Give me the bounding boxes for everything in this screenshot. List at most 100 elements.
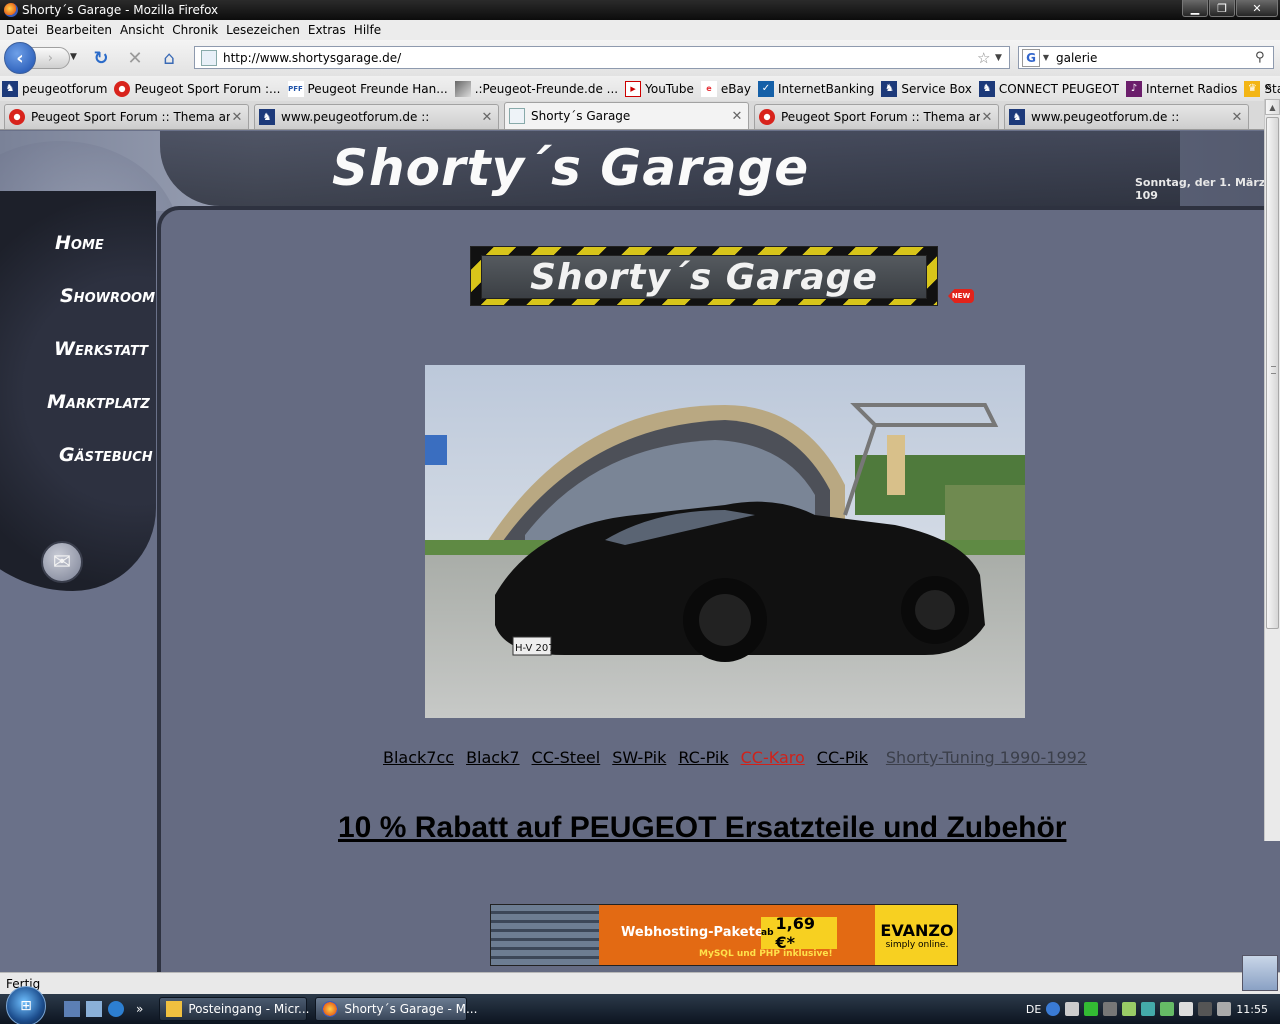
bookmark-item[interactable]: PFF Peugeot Freunde Han...	[287, 80, 448, 97]
bookmark-item[interactable]: .:Peugeot-Freunde.de ...	[454, 80, 618, 97]
gallery-links: Black7cc Black7 CC-Steel SW-Pik RC-Pik C…	[383, 748, 1087, 767]
menu-extras[interactable]: Extras	[308, 23, 346, 37]
bookmark-star-icon[interactable]: ☆	[977, 49, 995, 67]
internet-explorer-icon[interactable]	[108, 1001, 124, 1017]
tray-app-icon[interactable]	[1065, 1002, 1080, 1016]
history-dropdown-icon[interactable]: ▼	[70, 52, 77, 62]
addon-icon[interactable]	[1242, 955, 1278, 991]
current-date: Sonntag, der 1. März 109	[1135, 176, 1266, 202]
menu-bearbeiten[interactable]: Bearbeiten	[46, 23, 112, 37]
nav-werkstatt[interactable]: Werkstatt	[0, 337, 156, 390]
tab-close-icon[interactable]: ✕	[980, 110, 994, 125]
search-input[interactable]: galerie	[1052, 51, 1255, 65]
close-button[interactable]: ✕	[1236, 0, 1278, 17]
home-icon[interactable]: ⌂	[157, 46, 181, 70]
taskbar-item-firefox[interactable]: Shorty´s Garage - M...	[315, 997, 477, 1021]
menu-datei[interactable]: Datei	[6, 23, 38, 37]
gear-icon	[9, 109, 25, 125]
url-dropdown-icon[interactable]: ▼	[995, 53, 1009, 63]
tab-peugeotforum[interactable]: ♞ www.peugeotforum.de :: ✕	[254, 104, 499, 129]
tab-close-icon[interactable]: ✕	[730, 109, 744, 124]
firefox-icon	[4, 3, 18, 17]
stop-icon[interactable]: ✕	[123, 46, 147, 70]
bookmark-item[interactable]: ♞ Service Box	[881, 80, 972, 97]
tab-shortys-garage[interactable]: Shorty´s Garage ✕	[504, 102, 749, 129]
reload-icon[interactable]: ↻	[89, 46, 113, 70]
tab-close-icon[interactable]: ✕	[480, 110, 494, 125]
scroll-thumb[interactable]	[1266, 117, 1279, 629]
bookmark-item[interactable]: ♛StayFriends	[1244, 80, 1280, 97]
promo-link[interactable]: 10 % Rabatt auf PEUGEOT Ersatzteile und …	[338, 811, 1066, 845]
bookmarks-overflow-icon[interactable]: »	[1265, 80, 1272, 94]
search-icon[interactable]: ⚲	[1255, 50, 1273, 65]
bookmark-item[interactable]: e eBay	[700, 80, 751, 97]
site-identity-icon[interactable]	[201, 49, 217, 66]
site-navigation: Home Showroom Werkstatt Marktplatz Gäste…	[0, 231, 156, 496]
gallery-link[interactable]: Black7cc	[383, 748, 454, 767]
gear-icon	[759, 109, 775, 125]
gallery-link-active[interactable]: CC-Karo	[741, 748, 805, 767]
page-scrollbar[interactable]: ▲	[1264, 99, 1280, 841]
lion-icon: ♞	[1009, 109, 1025, 125]
mail-icon[interactable]: ✉	[41, 541, 83, 583]
car-photo[interactable]: H-V 207	[425, 365, 1025, 718]
tray-app-icon[interactable]	[1179, 1002, 1194, 1016]
quicklaunch-overflow-icon[interactable]: »	[136, 1002, 143, 1016]
nav-gaestebuch[interactable]: Gästebuch	[0, 443, 156, 496]
minimize-button[interactable]: ▁	[1182, 0, 1208, 17]
url-bar[interactable]: http://www.shortysgarage.de/ ☆ ▼	[194, 46, 1010, 69]
search-bar[interactable]: G ▼ galerie ⚲	[1018, 46, 1274, 69]
help-icon[interactable]	[1046, 1002, 1061, 1016]
tray-app-icon[interactable]	[1141, 1002, 1156, 1016]
tray-app-icon[interactable]	[1103, 1002, 1118, 1016]
gallery-link[interactable]: CC-Steel	[532, 748, 601, 767]
switch-windows-icon[interactable]	[86, 1001, 102, 1017]
clock[interactable]: 11:55	[1236, 1003, 1268, 1016]
gallery-link[interactable]: CC-Pik	[817, 748, 868, 767]
tab-close-icon[interactable]: ✕	[1230, 110, 1244, 125]
tab-peugeotforum-2[interactable]: ♞ www.peugeotforum.de :: ✕	[1004, 104, 1249, 129]
status-bar: Fertig	[0, 955, 1280, 994]
menu-ansicht[interactable]: Ansicht	[120, 23, 164, 37]
bookmark-item[interactable]: Peugeot Sport Forum :...	[114, 80, 281, 97]
tab-peugeot-sport-forum[interactable]: Peugeot Sport Forum :: Thema anze... ✕	[4, 104, 249, 129]
ebay-icon: e	[700, 80, 717, 97]
network-icon[interactable]	[1198, 1002, 1213, 1016]
back-button[interactable]: ‹	[4, 42, 36, 74]
menu-hilfe[interactable]: Hilfe	[354, 23, 381, 37]
start-button[interactable]: ⊞	[6, 986, 46, 1024]
gallery-link[interactable]: RC-Pik	[678, 748, 728, 767]
gallery-link-tuning[interactable]: Shorty-Tuning 1990-1992	[886, 748, 1087, 767]
url-input[interactable]: http://www.shortysgarage.de/	[223, 51, 977, 65]
gallery-link[interactable]: SW-Pik	[612, 748, 666, 767]
gallery-link[interactable]: Black7	[466, 748, 519, 767]
taskbar-item-outlook[interactable]: Posteingang - Micr...	[159, 997, 310, 1021]
forward-button[interactable]: ›	[30, 47, 70, 69]
menu-chronik[interactable]: Chronik	[172, 23, 218, 37]
volume-icon[interactable]	[1217, 1002, 1232, 1016]
nav-marktplatz[interactable]: Marktplatz	[0, 390, 156, 443]
menu-lesezeichen[interactable]: Lesezeichen	[226, 23, 300, 37]
site-title: Shorty´s Garage	[332, 139, 810, 197]
tray-app-icon[interactable]	[1160, 1002, 1175, 1016]
language-indicator[interactable]: DE	[1026, 1003, 1041, 1016]
bookmark-item[interactable]: ♞ CONNECT PEUGEOT	[978, 80, 1119, 97]
tray-app-icon[interactable]	[1122, 1002, 1137, 1016]
bookmark-item[interactable]: ♪ Internet Radios	[1125, 80, 1237, 97]
tab-peugeot-sport-forum-2[interactable]: Peugeot Sport Forum :: Thema anze... ✕	[754, 104, 999, 129]
scroll-up-icon[interactable]: ▲	[1265, 99, 1280, 115]
car-license-plate: H-V 207	[515, 643, 555, 654]
radio-icon: ♪	[1125, 80, 1142, 97]
tab-close-icon[interactable]: ✕	[230, 110, 244, 125]
maximize-button[interactable]: ❐	[1209, 0, 1235, 17]
tray-app-icon[interactable]	[1084, 1002, 1099, 1016]
bookmark-item[interactable]: ▶ YouTube	[625, 80, 694, 97]
ad-banner[interactable]: Webhosting-Pakete ab 1,69 €* MySQL und P…	[490, 904, 958, 966]
google-icon[interactable]: G	[1022, 48, 1040, 67]
search-engine-dropdown-icon[interactable]: ▼	[1040, 53, 1052, 62]
bookmark-item[interactable]: ✓ InternetBanking	[757, 80, 874, 97]
nav-showroom[interactable]: Showroom	[0, 284, 156, 337]
bookmark-item[interactable]: ♞ peugeotforum	[2, 80, 107, 97]
show-desktop-icon[interactable]	[64, 1001, 80, 1017]
nav-home[interactable]: Home	[0, 231, 156, 284]
